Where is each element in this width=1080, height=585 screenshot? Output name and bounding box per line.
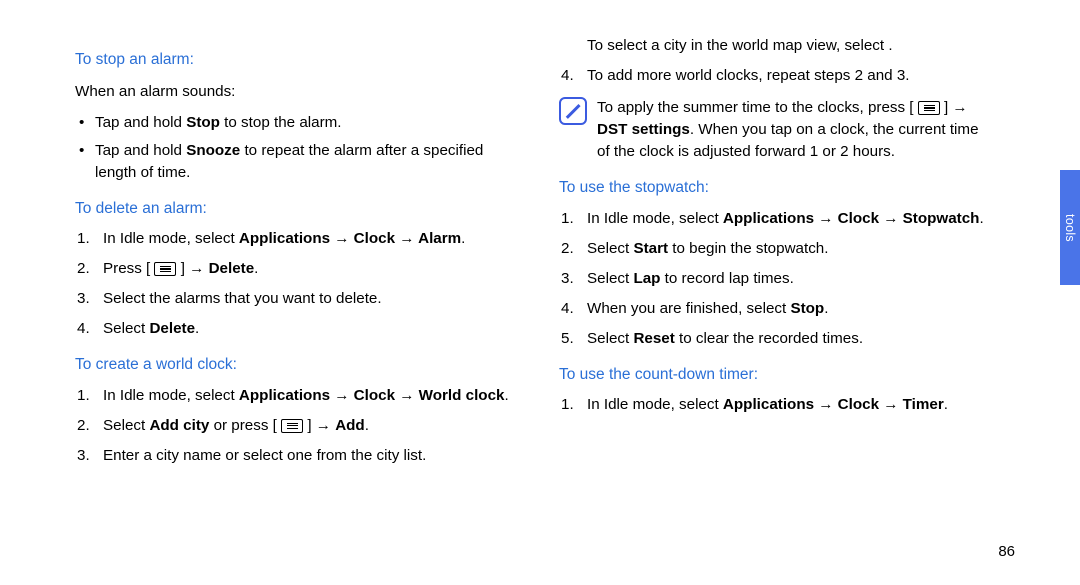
bold: Start — [633, 240, 668, 257]
bold: Stop — [186, 114, 220, 131]
text: To add more world clocks, repeat steps 2… — [587, 67, 909, 84]
list-item: Tap and hold Snooze to repeat the alarm … — [77, 140, 519, 184]
right-column: To select a city in the world map view, … — [549, 35, 1023, 475]
manual-page: To stop an alarm: When an alarm sounds: … — [0, 0, 1080, 585]
list-item: Select Delete. — [75, 318, 519, 340]
list-item: Select the alarms that you want to delet… — [75, 288, 519, 310]
text: In Idle mode, select — [587, 396, 723, 413]
text: ] → — [303, 417, 335, 434]
text: . — [979, 210, 983, 227]
menu-icon — [281, 419, 303, 433]
text: . — [254, 260, 258, 277]
left-column: To stop an alarm: When an alarm sounds: … — [75, 35, 549, 475]
text: Enter a city name or select one from the… — [103, 447, 426, 464]
bold: Add — [335, 417, 365, 434]
steps-stopwatch: In Idle mode, select Applications → Cloc… — [559, 208, 993, 350]
steps-continuation: To add more world clocks, repeat steps 2… — [559, 65, 993, 87]
text: ] → — [176, 260, 208, 277]
text: Tap and hold — [95, 114, 186, 131]
intro-text: When an alarm sounds: — [75, 81, 519, 103]
text: or press [ — [209, 417, 281, 434]
text: . — [365, 417, 369, 434]
text: Select the alarms that you want to delet… — [103, 290, 382, 307]
text: to stop the alarm. — [220, 114, 342, 131]
text: . — [824, 300, 828, 317]
text: Select — [587, 330, 633, 347]
list-item: In Idle mode, select Applications → Cloc… — [75, 228, 519, 250]
page-number: 86 — [998, 543, 1015, 560]
heading-delete-alarm: To delete an alarm: — [75, 198, 519, 220]
text: Tap and hold — [95, 142, 186, 159]
bold: Snooze — [186, 142, 240, 159]
heading-timer: To use the count-down timer: — [559, 364, 993, 386]
bold: Delete — [209, 260, 255, 277]
list-item: When you are finished, select Stop. — [559, 298, 993, 320]
bold: Applications → Clock → Alarm — [239, 230, 461, 247]
text: to begin the stopwatch. — [668, 240, 828, 257]
bold: Delete — [149, 320, 195, 337]
bold: Applications → Clock → World clock — [239, 387, 505, 404]
text: When you are finished, select — [587, 300, 790, 317]
text: Select — [103, 417, 149, 434]
text: Select — [103, 320, 149, 337]
bold: Stop — [790, 300, 824, 317]
list-item: To add more world clocks, repeat steps 2… — [559, 65, 993, 87]
section-tab: tools — [1060, 170, 1080, 285]
list-item: Select Add city or press [ ] → Add. — [75, 415, 519, 437]
note-text: To apply the summer time to the clocks, … — [597, 97, 993, 163]
text: In Idle mode, select — [103, 387, 239, 404]
text: In Idle mode, select — [587, 210, 723, 227]
text: ] → — [940, 99, 968, 116]
bold: Applications → Clock → Stopwatch — [723, 210, 980, 227]
note-box: To apply the summer time to the clocks, … — [559, 97, 993, 163]
menu-icon — [154, 262, 176, 276]
text: to record lap times. — [660, 270, 793, 287]
list-item: In Idle mode, select Applications → Cloc… — [75, 385, 519, 407]
bold: Reset — [633, 330, 674, 347]
text: In Idle mode, select — [103, 230, 239, 247]
menu-icon — [918, 101, 940, 115]
list-item: Enter a city name or select one from the… — [75, 445, 519, 467]
bold: DST settings — [597, 121, 690, 138]
text: . — [504, 387, 508, 404]
steps-delete: In Idle mode, select Applications → Cloc… — [75, 228, 519, 340]
bold: Add city — [149, 417, 209, 434]
heading-stopwatch: To use the stopwatch: — [559, 177, 993, 199]
list-item: Tap and hold Stop to stop the alarm. — [77, 112, 519, 134]
text: To apply the summer time to the clocks, … — [597, 99, 918, 116]
list-item: Press [ ] → Delete. — [75, 258, 519, 280]
text: to clear the recorded times. — [675, 330, 863, 347]
two-column-layout: To stop an alarm: When an alarm sounds: … — [0, 35, 1030, 475]
note-icon — [559, 97, 587, 125]
tab-label: tools — [1063, 214, 1077, 242]
bold: Lap — [633, 270, 660, 287]
list-item: Select Lap to record lap times. — [559, 268, 993, 290]
bullet-list: Tap and hold Stop to stop the alarm. Tap… — [75, 112, 519, 184]
bold: Applications → Clock → Timer — [723, 396, 944, 413]
steps-worldclock: In Idle mode, select Applications → Cloc… — [75, 385, 519, 467]
continuation-line: To select a city in the world map view, … — [559, 35, 993, 57]
steps-timer: In Idle mode, select Applications → Cloc… — [559, 394, 993, 416]
text: Select — [587, 270, 633, 287]
list-item: Select Reset to clear the recorded times… — [559, 328, 993, 350]
list-item: In Idle mode, select Applications → Cloc… — [559, 394, 993, 416]
list-item: Select Start to begin the stopwatch. — [559, 238, 993, 260]
text: . — [461, 230, 465, 247]
side-tab: tools — [1060, 0, 1080, 585]
text: Press [ — [103, 260, 154, 277]
list-item: In Idle mode, select Applications → Cloc… — [559, 208, 993, 230]
text: Select — [587, 240, 633, 257]
text: . — [195, 320, 199, 337]
heading-stop-alarm: To stop an alarm: — [75, 49, 519, 71]
heading-world-clock: To create a world clock: — [75, 354, 519, 376]
text: . — [944, 396, 948, 413]
